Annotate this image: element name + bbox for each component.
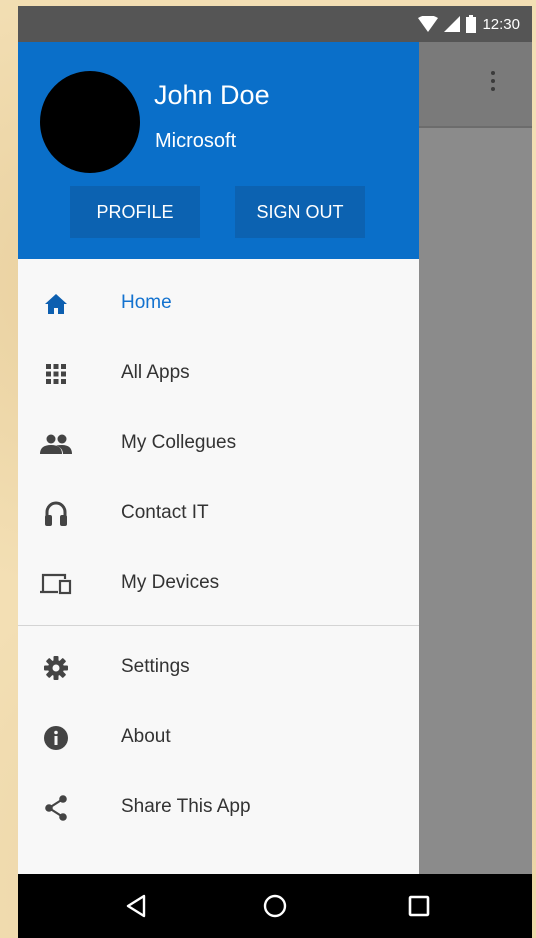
headset-icon xyxy=(40,500,72,528)
overflow-menu-icon[interactable] xyxy=(482,68,502,102)
home-circle-icon[interactable] xyxy=(257,890,293,922)
navigation-drawer: John Doe Microsoft PROFILE SIGN OUT Home xyxy=(18,42,419,874)
gear-icon xyxy=(40,654,72,682)
status-bar: 12:30 xyxy=(18,6,532,42)
menu-item-home[interactable]: Home xyxy=(18,268,419,338)
system-nav-bar xyxy=(18,874,532,938)
menu-item-label: All Apps xyxy=(121,362,190,383)
menu-divider xyxy=(18,625,419,626)
menu-item-label: Contact IT xyxy=(121,502,209,523)
menu-item-label: My Collegues xyxy=(121,432,237,453)
drawer-header: John Doe Microsoft PROFILE SIGN OUT xyxy=(18,42,419,259)
menu-item-share-this-app[interactable]: Share This App xyxy=(18,772,419,842)
signal-icon xyxy=(444,16,461,32)
menu-item-all-apps[interactable]: All Apps xyxy=(18,338,419,408)
wifi-icon xyxy=(418,16,439,32)
info-icon xyxy=(40,724,72,752)
devices-icon xyxy=(40,570,72,598)
menu-item-my-collegues[interactable]: My Collegues xyxy=(18,408,419,478)
user-name: John Doe xyxy=(154,80,270,110)
people-icon xyxy=(40,430,72,458)
recents-icon[interactable] xyxy=(401,890,437,922)
menu-item-about[interactable]: About xyxy=(18,702,419,772)
battery-icon xyxy=(466,15,477,33)
sign-out-button[interactable]: SIGN OUT xyxy=(235,186,365,238)
home-icon xyxy=(40,290,72,318)
status-time: 12:30 xyxy=(482,15,520,33)
avatar[interactable] xyxy=(40,71,140,173)
apps-grid-icon xyxy=(40,360,72,388)
menu-item-my-devices[interactable]: My Devices xyxy=(18,548,419,618)
menu-item-settings[interactable]: Settings xyxy=(18,632,419,702)
menu-item-label: Share This App xyxy=(121,796,251,817)
menu-item-label: Home xyxy=(121,292,172,313)
back-icon[interactable] xyxy=(118,890,154,922)
share-icon xyxy=(40,794,72,822)
menu-item-label: About xyxy=(121,726,171,747)
profile-button[interactable]: PROFILE xyxy=(70,186,200,238)
menu-item-contact-it[interactable]: Contact IT xyxy=(18,478,419,548)
phone-screen: 12:30 John Doe Microsoft PROFILE SIGN OU… xyxy=(18,6,532,938)
menu-item-label: Settings xyxy=(121,656,190,677)
user-organization: Microsoft xyxy=(155,130,237,152)
menu-item-label: My Devices xyxy=(121,572,220,593)
